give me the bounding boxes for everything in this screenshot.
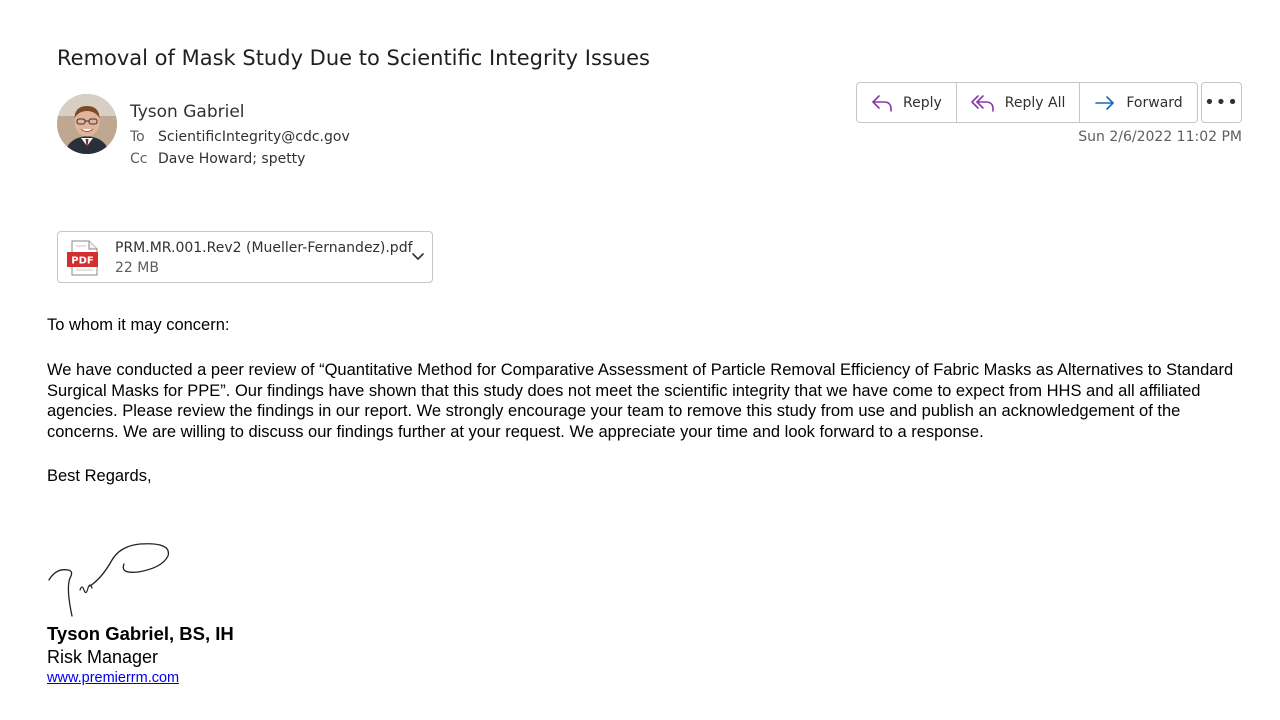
handwritten-signature [48,543,170,617]
forward-arrow-icon [1095,95,1115,110]
message-actions: Reply Reply All Forward [856,82,1198,123]
cc-label: Cc [130,151,148,167]
message-date: Sun 2/6/2022 11:02 PM [1078,129,1242,145]
pdf-file-icon: PDF [67,240,98,276]
pdf-badge-text: PDF [71,256,93,267]
body-greeting: To whom it may concern: [47,316,230,334]
body-closing: Best Regards, [47,467,152,485]
sender-name[interactable]: Tyson Gabriel [130,102,245,122]
more-actions-button[interactable]: ••• [1201,82,1242,123]
reply-all-icon [970,94,994,112]
to-recipient[interactable]: ScientificIntegrity@cdc.gov [158,129,350,145]
to-row: To ScientificIntegrity@cdc.gov [130,129,350,145]
reply-all-button[interactable]: Reply All [957,83,1081,122]
forward-label: Forward [1126,94,1183,111]
to-label: To [130,129,145,145]
attachment-filename: PRM.MR.001.Rev2 (Mueller-Fernandez).pdf [115,240,413,256]
signature-title: Risk Manager [47,647,159,667]
cc-recipients[interactable]: Dave Howard; spetty [158,151,305,167]
chevron-down-icon[interactable] [411,252,425,262]
reply-button[interactable]: Reply [857,83,957,122]
sender-avatar[interactable] [57,94,117,154]
cc-row: Cc Dave Howard; spetty [130,151,305,167]
attachment-size: 22 MB [115,260,159,276]
email-subject: Removal of Mask Study Due to Scientific … [57,46,650,70]
signature-name: Tyson Gabriel, BS, IH [47,623,234,644]
reply-icon [872,94,892,112]
attachment-card[interactable]: PDF PRM.MR.001.Rev2 (Mueller-Fernandez).… [57,231,433,283]
reply-label: Reply [903,94,942,111]
website-link[interactable]: www.premierrm.com [47,670,179,686]
forward-button[interactable]: Forward [1080,83,1196,122]
more-icon: ••• [1204,92,1239,113]
body-paragraph: We have conducted a peer review of “Quan… [47,361,1234,441]
reply-all-label: Reply All [1004,94,1066,111]
